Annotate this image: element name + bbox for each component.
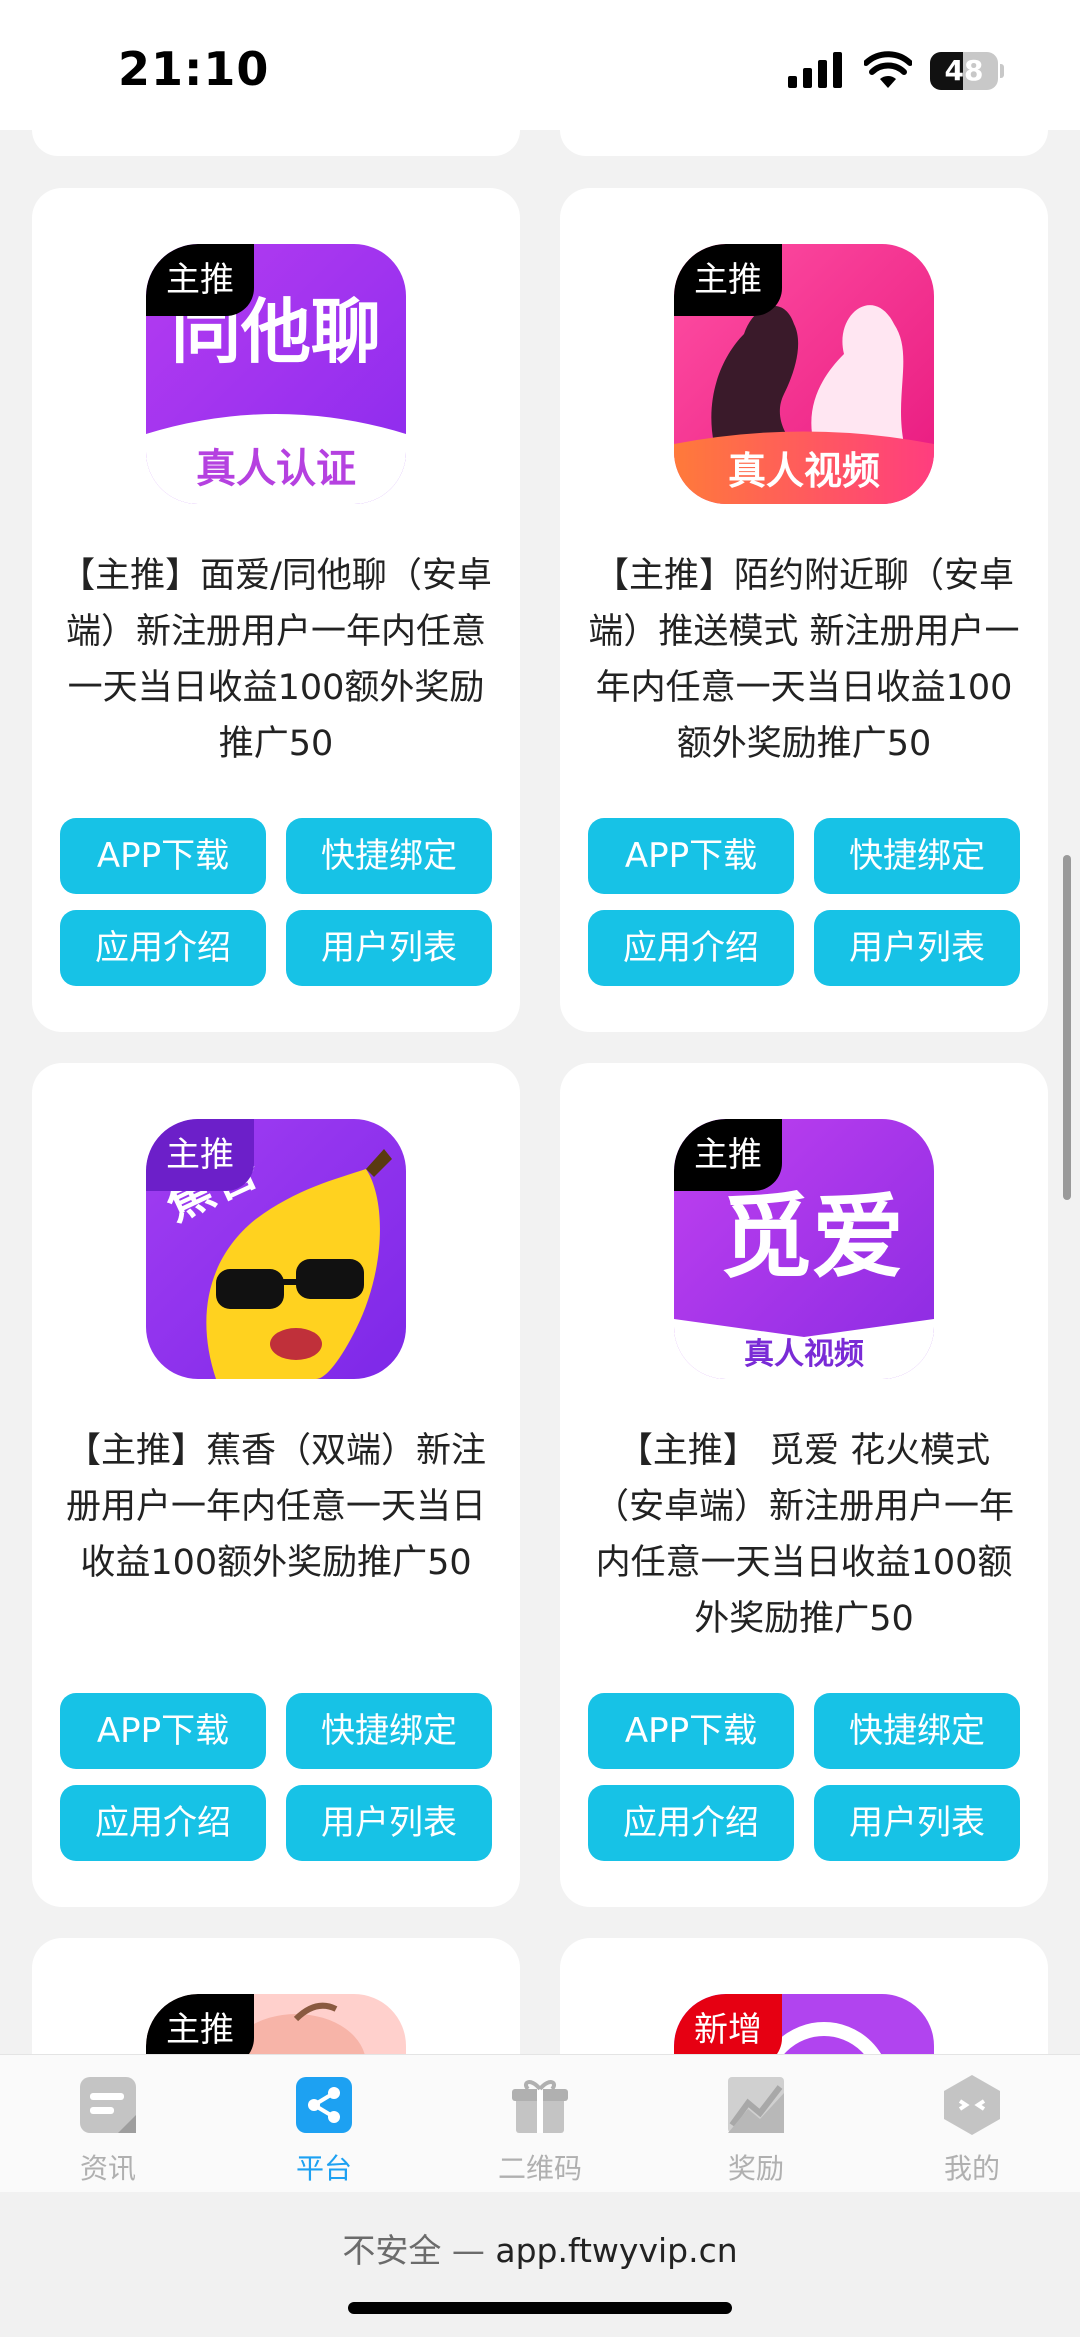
app-card: 同他聊 真人认证 主推 【主推】面爱/同他聊（安卓端）新注册用户一年内任意一天当… [32, 188, 520, 1032]
news-icon [80, 2077, 136, 2133]
app-intro-button[interactable]: 应用介绍 [60, 910, 266, 986]
app-card: 新增 [560, 1938, 1048, 2054]
tab-mine[interactable]: 我的 [902, 2073, 1042, 2188]
tab-label: 资讯 [79, 2152, 136, 2185]
app-title: 【主推】陌约附近聊（安卓端）推送模式 新注册用户一年内任意一天当日收益100额外… [588, 556, 1020, 764]
status-time: 21:10 [118, 42, 270, 96]
peach-app-icon[interactable]: 主推 [146, 1994, 406, 2054]
card-stub [32, 130, 520, 156]
app-card: 真人视频 主推 【主推】陌约附近聊（安卓端）推送模式 新注册用户一年内任意一天当… [560, 188, 1048, 1032]
purple-app-icon[interactable]: 新增 [674, 1994, 934, 2054]
app-intro-button[interactable]: 应用介绍 [588, 1785, 794, 1861]
browser-address-bar[interactable]: 不安全 — app.ftwyvip.cn [0, 2192, 1080, 2337]
quick-bind-button[interactable]: 快捷绑定 [814, 1693, 1020, 1769]
tab-label: 奖励 [727, 2152, 784, 2185]
url-separator: — [441, 2231, 496, 2270]
app-list[interactable]: 同他聊 真人认证 主推 【主推】面爱/同他聊（安卓端）新注册用户一年内任意一天当… [0, 0, 1080, 2054]
icon-main-text: 觅爱 [720, 1184, 904, 1291]
user-list-button[interactable]: 用户列表 [286, 1785, 492, 1861]
icon-sub-text: 真人视频 [744, 1337, 864, 1372]
home-indicator[interactable] [348, 2302, 732, 2314]
icon-sub-text: 真人视频 [728, 449, 880, 493]
app-title: 【主推】面爱/同他聊（安卓端）新注册用户一年内任意一天当日收益100额外奖励推广… [60, 556, 492, 764]
bottom-tab-bar: 资讯 平台 二维码 奖励 我的 [0, 2054, 1080, 2192]
tab-rewards[interactable]: 奖励 [686, 2073, 826, 2188]
featured-tag: 主推 [146, 244, 254, 316]
app-card: 主推 [32, 1938, 520, 2054]
gift-icon [512, 2080, 568, 2133]
url-domain: app.ftwyvip.cn [495, 2231, 738, 2270]
app-intro-button[interactable]: 应用介绍 [588, 910, 794, 986]
app-card: 蕉香 主推 【主推】蕉香（双端）新注册用户一年内任意一天当日收益100额外奖励推… [32, 1063, 520, 1907]
app-download-button[interactable]: APP下载 [588, 818, 794, 894]
user-list-button[interactable]: 用户列表 [286, 910, 492, 986]
share-icon [296, 2077, 352, 2133]
icon-sub-text: 真人认证 [196, 446, 356, 492]
tongtaliao-app-icon[interactable]: 同他聊 真人认证 主推 [146, 244, 406, 504]
new-tag: 新增 [674, 1994, 782, 2054]
card-stub [560, 130, 1048, 156]
chart-icon [728, 2077, 784, 2133]
tab-qrcode[interactable]: 二维码 [470, 2073, 610, 2188]
profile-hexagon-icon [944, 2075, 1000, 2135]
quick-bind-button[interactable]: 快捷绑定 [286, 1693, 492, 1769]
app-card: 觅爱 真人视频 主推 【主推】 觅爱 花火模式（安卓端）新注册用户一年内任意一天… [560, 1063, 1048, 1907]
featured-tag: 主推 [146, 1994, 254, 2054]
user-list-button[interactable]: 用户列表 [814, 1785, 1020, 1861]
status-bar: 21:10 48 [0, 0, 1080, 130]
user-list-button[interactable]: 用户列表 [814, 910, 1020, 986]
miai-app-icon[interactable]: 觅爱 真人视频 主推 [674, 1119, 934, 1379]
app-download-button[interactable]: APP下载 [60, 818, 266, 894]
insecure-label: 不安全 [342, 2231, 442, 2270]
featured-tag: 主推 [674, 1119, 782, 1191]
cellular-signal-icon [788, 52, 842, 88]
battery-level: 48 [944, 54, 984, 87]
tab-label: 平台 [295, 2152, 352, 2185]
app-download-button[interactable]: APP下载 [60, 1693, 266, 1769]
quick-bind-button[interactable]: 快捷绑定 [814, 818, 1020, 894]
url-display[interactable]: 不安全 — app.ftwyvip.cn [0, 2224, 1080, 2272]
tab-label: 我的 [943, 2152, 1000, 2185]
app-title: 【主推】 觅爱 花火模式（安卓端）新注册用户一年内任意一天当日收益100额外奖励… [593, 1431, 1014, 1639]
featured-tag: 主推 [674, 244, 782, 316]
scrollbar[interactable] [1063, 855, 1071, 1200]
jiaoxiang-banana-app-icon[interactable]: 蕉香 主推 [146, 1119, 406, 1379]
tab-platform[interactable]: 平台 [254, 2073, 394, 2188]
moyue-app-icon[interactable]: 真人视频 主推 [674, 244, 934, 504]
quick-bind-button[interactable]: 快捷绑定 [286, 818, 492, 894]
wifi-icon [864, 51, 912, 88]
tab-label: 二维码 [497, 2152, 582, 2185]
app-intro-button[interactable]: 应用介绍 [60, 1785, 266, 1861]
app-download-button[interactable]: APP下载 [588, 1693, 794, 1769]
app-title: 【主推】蕉香（双端）新注册用户一年内任意一天当日收益100额外奖励推广50 [65, 1431, 486, 1583]
battery-icon: 48 [930, 52, 1004, 90]
tab-news[interactable]: 资讯 [38, 2073, 178, 2188]
featured-tag: 主推 [146, 1119, 254, 1191]
